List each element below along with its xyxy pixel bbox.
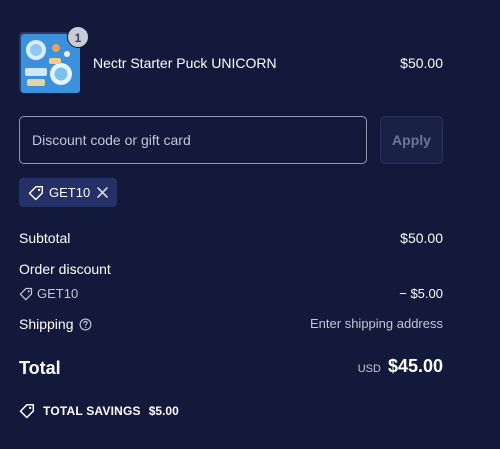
total-savings-row: TOTAL SAVINGS $5.00 xyxy=(19,403,179,419)
shipping-label: Shipping xyxy=(19,316,74,332)
subtotal-value: $50.00 xyxy=(400,230,443,246)
total-savings-label: TOTAL SAVINGS xyxy=(43,404,141,418)
currency-code: USD xyxy=(357,363,381,375)
total-value: $45.00 xyxy=(387,356,443,376)
subtotal-label: Subtotal xyxy=(19,230,71,246)
order-discount-label: Order discount xyxy=(19,261,111,277)
discount-code-label: GET10 xyxy=(37,286,79,301)
discount-value: − $5.00 xyxy=(399,286,443,301)
applied-code-label: GET10 xyxy=(49,185,91,200)
tag-icon xyxy=(28,186,43,201)
total-label: Total xyxy=(19,358,61,378)
remove-code-icon[interactable] xyxy=(95,185,110,200)
discount-code-tag: GET10 xyxy=(19,286,78,301)
total-row: Total USD $45.00 xyxy=(19,356,443,382)
total-amount-group: USD $45.00 xyxy=(358,356,443,377)
product-name: Nectr Starter Puck UNICORN xyxy=(93,55,277,71)
apply-button[interactable]: Apply xyxy=(380,116,443,164)
shipping-value: Enter shipping address xyxy=(310,316,443,331)
total-savings-value: $5.00 xyxy=(148,404,179,418)
help-circle-icon[interactable] xyxy=(79,318,92,331)
product-thumbnail: 1 xyxy=(19,26,89,93)
discount-code-input[interactable] xyxy=(19,116,367,164)
tag-icon xyxy=(19,287,33,300)
savings-tag-icon xyxy=(19,403,35,419)
applied-code-chip: GET10 xyxy=(19,178,117,207)
line-item: 1 Nectr Starter Puck UNICORN $50.00 xyxy=(19,26,443,93)
shipping-label-group: Shipping xyxy=(19,316,92,332)
product-price: $50.00 xyxy=(400,55,443,71)
quantity-badge: 1 xyxy=(67,26,89,48)
order-summary: 1 Nectr Starter Puck UNICORN $50.00 Appl… xyxy=(0,0,500,449)
